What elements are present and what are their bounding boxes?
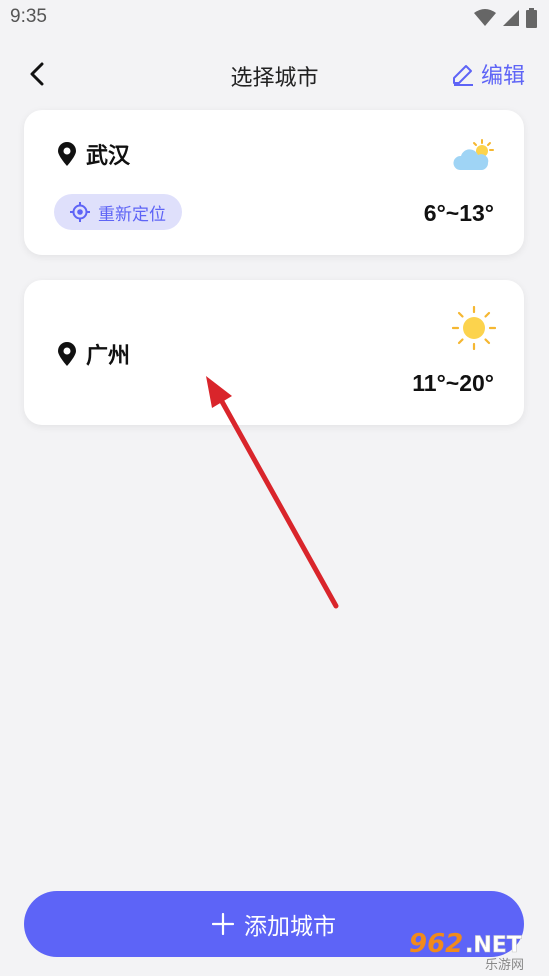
signal-icon xyxy=(503,10,519,26)
pencil-icon xyxy=(452,65,473,86)
city-name: 广州 xyxy=(86,344,131,369)
relocate-button[interactable]: 重新定位 xyxy=(54,194,182,230)
city-card-wuhan[interactable]: 武汉 重新定位 6°~13° xyxy=(24,110,524,255)
locate-target-icon xyxy=(70,202,90,222)
nav-bar: 选择城市 编辑 xyxy=(0,50,549,98)
temp-range: 11°~20° xyxy=(412,370,494,396)
svg-text:.NET: .NET xyxy=(465,933,522,958)
svg-text:962: 962 xyxy=(409,929,463,959)
edit-button[interactable]: 编辑 xyxy=(451,58,525,90)
watermark-logo: 962 .NET 乐游网 xyxy=(409,929,524,972)
status-icons xyxy=(474,8,537,28)
city-name-row: 武汉 xyxy=(56,138,130,170)
city-name: 武汉 xyxy=(86,144,131,169)
plus-icon xyxy=(212,913,234,935)
wifi-icon xyxy=(474,9,496,26)
add-city-label: 添加城市 xyxy=(244,914,336,940)
location-pin-icon xyxy=(58,142,76,166)
svg-text:乐游网: 乐游网 xyxy=(485,958,524,972)
sunny-icon xyxy=(452,306,496,350)
status-bar: 9:35 xyxy=(0,0,549,38)
edit-label: 编辑 xyxy=(480,64,525,89)
city-name-row: 广州 xyxy=(56,338,130,370)
temp-range: 6°~13° xyxy=(423,200,494,226)
location-pin-icon xyxy=(58,342,76,366)
partly-cloudy-icon xyxy=(453,139,494,170)
city-card-guangzhou[interactable]: 广州 11°~20° xyxy=(24,280,524,425)
status-time: 9:35 xyxy=(10,6,47,27)
relocate-label: 重新定位 xyxy=(98,204,166,225)
battery-icon xyxy=(526,8,537,28)
